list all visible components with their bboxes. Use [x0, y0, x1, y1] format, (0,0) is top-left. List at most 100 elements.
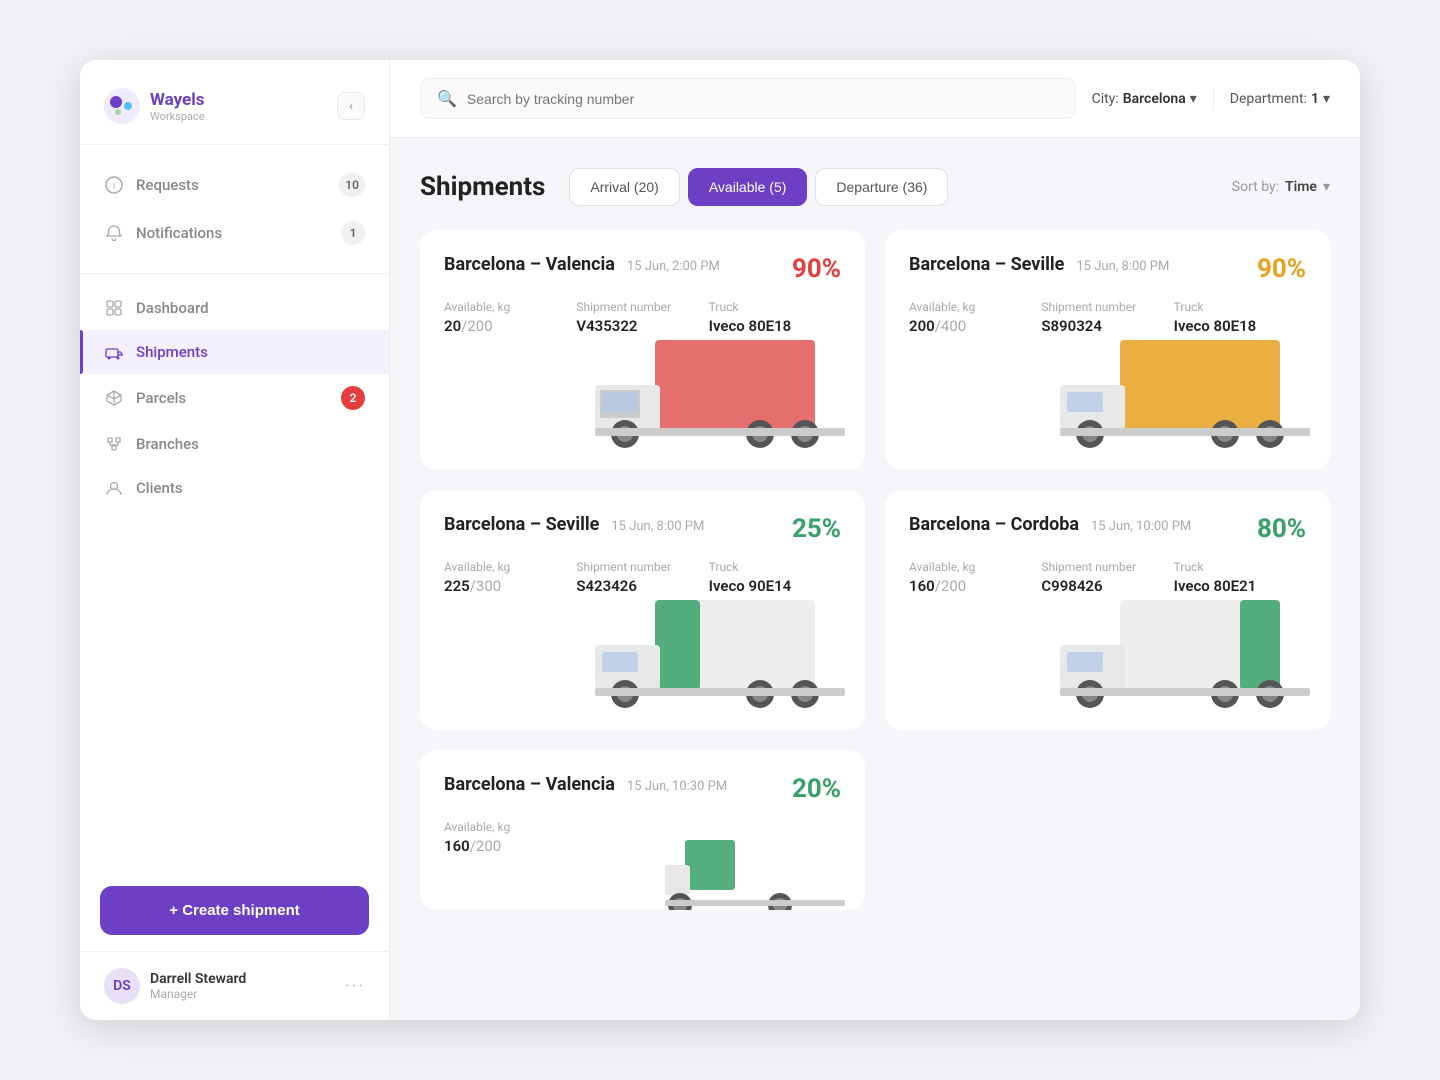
route-text: Barcelona – Valencia: [444, 774, 615, 795]
sort-value: Time: [1285, 179, 1317, 195]
card-percent: 20%: [792, 774, 841, 804]
topbar-divider: [1213, 89, 1214, 109]
route-text: Barcelona – Valencia: [444, 254, 615, 275]
svg-text:i: i: [113, 182, 115, 192]
card-field-truck: Truck Iveco 80E18: [1174, 300, 1306, 335]
department-filter[interactable]: Department: 1 ▾: [1230, 91, 1330, 107]
card-percent: 80%: [1257, 514, 1306, 544]
card-field-available: Available, kg 160/200: [909, 560, 1041, 595]
top-nav: i Requests 10 Notifications 1: [80, 145, 389, 274]
logo-area: Wayels Workspace: [104, 88, 205, 124]
card-header: Barcelona – Cordoba 15 Jun, 10:00 PM 80%: [909, 514, 1306, 544]
content-header: Shipments Arrival (20) Available (5) Dep…: [420, 168, 1330, 206]
shipment-card[interactable]: Barcelona – Seville 15 Jun, 8:00 PM 25% …: [420, 490, 865, 730]
card-field-available: Available, kg 225/300: [444, 560, 576, 595]
card-field-shipment: Shipment number S890324: [1041, 300, 1173, 335]
page-title: Shipments: [420, 172, 545, 202]
city-filter[interactable]: City: Barcelona ▾: [1092, 91, 1197, 107]
card-body: Available, kg 160/200: [444, 820, 841, 855]
card-header: Barcelona – Seville 15 Jun, 8:00 PM 25%: [444, 514, 841, 544]
shipments-label: Shipments: [136, 343, 365, 361]
sidebar-item-dashboard[interactable]: Dashboard: [80, 286, 389, 330]
card-header: Barcelona – Valencia 15 Jun, 2:00 PM 90%: [444, 254, 841, 284]
card-field-truck: Truck Iveco 80E18: [709, 300, 841, 335]
card-percent: 90%: [792, 254, 841, 284]
sidebar: Wayels Workspace ‹ i Requests 10: [80, 60, 390, 1020]
tab-departure[interactable]: Departure (36): [815, 168, 948, 206]
card-time: 15 Jun, 8:00 PM: [611, 519, 704, 534]
card-field-available: Available, kg 160/200: [444, 820, 576, 855]
card-body: Available, kg 20/200 Shipment number V43…: [444, 300, 841, 335]
sort-selector[interactable]: Sort by: Time ▾: [1232, 179, 1330, 195]
sidebar-header: Wayels Workspace ‹: [80, 60, 389, 145]
city-value: Barcelona: [1123, 91, 1186, 107]
card-route: Barcelona – Seville 15 Jun, 8:00 PM: [909, 254, 1169, 275]
card-time: 15 Jun, 10:00 PM: [1091, 519, 1191, 534]
sidebar-item-notifications[interactable]: Notifications 1: [80, 209, 389, 257]
parcels-badge: 2: [341, 386, 365, 410]
card-field-truck: Truck Iveco 80E21: [1174, 560, 1306, 595]
city-chevron-icon: ▾: [1190, 91, 1197, 107]
card-field-available: Available, kg 20/200: [444, 300, 576, 335]
shipment-grid: Barcelona – Valencia 15 Jun, 2:00 PM 90%…: [420, 230, 1330, 910]
notifications-icon: [104, 223, 124, 243]
app-name: Wayels: [150, 90, 205, 110]
requests-label: Requests: [136, 176, 327, 194]
dashboard-label: Dashboard: [136, 299, 365, 317]
sidebar-item-requests[interactable]: i Requests 10: [80, 161, 389, 209]
search-area: 🔍: [420, 78, 1076, 119]
card-route: Barcelona – Seville 15 Jun, 8:00 PM: [444, 514, 704, 535]
shipment-card[interactable]: Barcelona – Valencia 15 Jun, 10:30 PM 20…: [420, 750, 865, 910]
create-shipment-button[interactable]: + Create shipment: [100, 886, 369, 935]
requests-badge: 10: [339, 173, 365, 197]
tab-available[interactable]: Available (5): [688, 168, 808, 206]
topbar-right: City: Barcelona ▾ Department: 1 ▾: [1092, 89, 1330, 109]
sidebar-item-branches[interactable]: Branches: [80, 422, 389, 466]
branches-label: Branches: [136, 435, 365, 453]
tab-group: Arrival (20) Available (5) Departure (36…: [569, 168, 948, 206]
card-time: 15 Jun, 8:00 PM: [1076, 259, 1169, 274]
user-area: DS Darrell Steward Manager ···: [80, 951, 389, 1020]
card-body: Available, kg 225/300 Shipment number S4…: [444, 560, 841, 595]
user-avatar: DS: [104, 968, 140, 1004]
sort-chevron-icon: ▾: [1323, 179, 1330, 195]
city-label: City:: [1092, 91, 1119, 107]
clients-label: Clients: [136, 479, 365, 497]
shipment-card[interactable]: Barcelona – Cordoba 15 Jun, 10:00 PM 80%…: [885, 490, 1330, 730]
main-nav: Dashboard Shipments: [80, 274, 389, 584]
department-chevron-icon: ▾: [1323, 91, 1330, 107]
sort-label: Sort by:: [1232, 179, 1279, 195]
collapse-button[interactable]: ‹: [337, 92, 365, 120]
card-field-available: Available, kg 200/400: [909, 300, 1041, 335]
app-workspace: Workspace: [150, 110, 205, 123]
route-text: Barcelona – Cordoba: [909, 514, 1079, 535]
route-text: Barcelona – Seville: [909, 254, 1064, 275]
shipment-card[interactable]: Barcelona – Seville 15 Jun, 8:00 PM 90% …: [885, 230, 1330, 470]
create-shipment-label: + Create shipment: [169, 902, 299, 919]
sidebar-item-parcels[interactable]: Parcels 2: [80, 374, 389, 422]
search-input[interactable]: [467, 91, 1059, 107]
card-time: 15 Jun, 10:30 PM: [627, 779, 727, 794]
card-time: 15 Jun, 2:00 PM: [627, 259, 720, 274]
shipment-card[interactable]: Barcelona – Valencia 15 Jun, 2:00 PM 90%…: [420, 230, 865, 470]
user-info: Darrell Steward Manager: [150, 971, 335, 1001]
user-menu-button[interactable]: ···: [345, 976, 365, 997]
card-header: Barcelona – Seville 15 Jun, 8:00 PM 90%: [909, 254, 1306, 284]
topbar: 🔍 City: Barcelona ▾ Department: 1 ▾: [390, 60, 1360, 138]
card-field-truck: Truck Iveco 90E14: [709, 560, 841, 595]
shipments-icon: [104, 342, 124, 362]
search-icon: 🔍: [437, 89, 457, 108]
card-field-shipment: Shipment number S423426: [576, 560, 708, 595]
department-value: 1: [1311, 91, 1319, 107]
card-percent: 90%: [1257, 254, 1306, 284]
tab-arrival[interactable]: Arrival (20): [569, 168, 679, 206]
user-role: Manager: [150, 987, 335, 1001]
card-route: Barcelona – Valencia 15 Jun, 2:00 PM: [444, 254, 720, 275]
card-route: Barcelona – Valencia 15 Jun, 10:30 PM: [444, 774, 727, 795]
parcels-label: Parcels: [136, 389, 329, 407]
department-label: Department:: [1230, 91, 1307, 107]
sidebar-item-shipments[interactable]: Shipments: [80, 330, 389, 374]
notifications-label: Notifications: [136, 224, 329, 242]
logo-icon: [104, 88, 140, 124]
sidebar-item-clients[interactable]: Clients: [80, 466, 389, 510]
